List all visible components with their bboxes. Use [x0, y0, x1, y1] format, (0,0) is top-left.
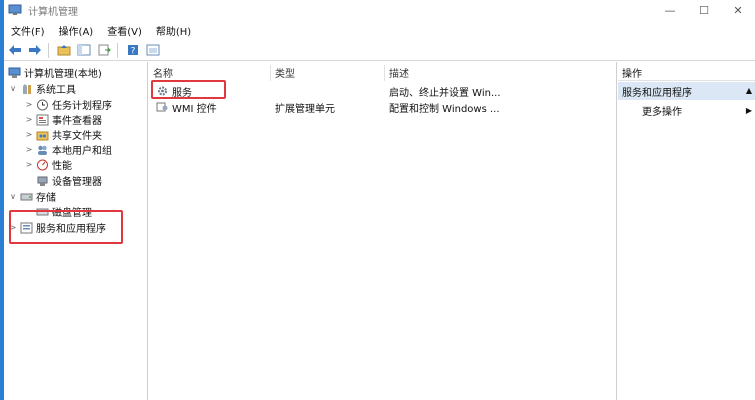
tree-item-performance[interactable]: > 性能 — [24, 157, 72, 172]
cell-type — [275, 83, 385, 99]
back-button[interactable] — [6, 42, 24, 59]
minimize-button[interactable]: — — [653, 0, 687, 20]
tree-item-label: 设备管理器 — [52, 177, 102, 188]
cell-name: WMI 控件 — [156, 99, 271, 115]
menu-view[interactable]: 查看(V) — [100, 23, 149, 38]
tree-root[interactable]: 计算机管理(本地) — [6, 65, 102, 80]
tree-item-system-tools[interactable]: ∨ 系统工具 — [8, 81, 76, 96]
tools-icon — [23, 83, 31, 94]
users-icon — [38, 145, 47, 155]
console-tree-button[interactable] — [75, 42, 93, 59]
cell-description: 启动、终止并设置 Win... — [389, 87, 501, 99]
actions-section-label: 服务和应用程序 — [622, 87, 692, 99]
maximize-button[interactable]: ☐ — [687, 0, 721, 20]
console-tree-icon — [77, 44, 91, 56]
tree-item-storage[interactable]: ∨ 存储 — [8, 189, 56, 204]
toolbar-separator — [48, 42, 49, 58]
tree-item-local-users[interactable]: > 本地用户和组 — [24, 142, 112, 157]
highlight-box-services-apps — [9, 210, 123, 244]
expand-toggle-icon[interactable]: ∨ — [8, 192, 18, 201]
computer-management-icon — [8, 4, 22, 15]
column-header-type[interactable]: 类型 — [271, 65, 385, 81]
tree-item-label: 任务计划程序 — [52, 101, 112, 112]
forward-arrow-icon — [29, 45, 41, 55]
result-list: 名称 类型 描述 服务 启动、终止并设置 Win... WMI 控件 扩展管理单… — [149, 62, 617, 400]
tree-item-event-viewer[interactable]: > 事件查看器 — [24, 112, 102, 127]
tree-item-shared-folders[interactable]: > 共享文件夹 — [24, 127, 102, 142]
menu-help[interactable]: 帮助(H) — [149, 23, 198, 38]
performance-icon — [37, 159, 48, 170]
up-folder-icon — [57, 45, 71, 56]
more-actions-label: 更多操作 — [642, 106, 682, 118]
toolbar: ? — [4, 40, 755, 61]
expand-toggle-icon[interactable]: ∨ — [8, 84, 18, 93]
actions-section-header[interactable]: 服务和应用程序 ▲ — [618, 82, 755, 100]
menu-action[interactable]: 操作(A) — [52, 23, 101, 38]
tree-item-label: 性能 — [52, 161, 72, 172]
menu-bar: 文件(F) 操作(A) 查看(V) 帮助(H) — [4, 21, 755, 40]
forward-button[interactable] — [26, 42, 44, 59]
toolbar-separator — [117, 42, 118, 58]
wmi-icon — [156, 102, 168, 112]
actions-title: 操作 — [618, 65, 755, 81]
export-list-icon — [98, 44, 111, 56]
export-list-button[interactable] — [95, 42, 113, 59]
expand-toggle-icon[interactable]: > — [24, 160, 34, 169]
help-button[interactable]: ? — [124, 42, 142, 59]
tree-root-label: 计算机管理(本地) — [24, 69, 102, 80]
shared-folder-icon — [36, 131, 49, 140]
tree-item-task-scheduler[interactable]: > 任务计划程序 — [24, 97, 112, 112]
tree-item-device-manager[interactable]: 设备管理器 — [24, 173, 102, 188]
expand-toggle-icon[interactable]: > — [24, 145, 34, 154]
expand-toggle-icon[interactable]: > — [24, 130, 34, 139]
expand-toggle-icon[interactable]: > — [24, 100, 34, 109]
clock-icon — [37, 99, 48, 110]
properties-button[interactable] — [144, 42, 162, 59]
help-icon: ? — [128, 45, 138, 57]
up-button[interactable] — [55, 42, 73, 59]
actions-pane: 操作 服务和应用程序 ▲ 更多操作 ▶ — [618, 62, 755, 400]
column-header-name[interactable]: 名称 — [149, 65, 271, 81]
close-button[interactable]: ✕ — [721, 0, 755, 20]
tree-item-label: 事件查看器 — [52, 116, 102, 127]
list-header: 名称 类型 描述 — [149, 65, 616, 81]
tree-item-label: 本地用户和组 — [52, 146, 112, 157]
more-actions-item[interactable]: 更多操作 ▶ — [618, 102, 755, 118]
collapse-caret-icon[interactable]: ▲ — [746, 86, 752, 95]
column-header-description[interactable]: 描述 — [385, 65, 617, 81]
menu-file[interactable]: 文件(F) — [4, 23, 52, 38]
tree-item-label: 系统工具 — [36, 85, 76, 96]
tree-item-label: 存储 — [36, 193, 56, 204]
svg-text:?: ? — [131, 47, 136, 57]
row-name: WMI 控件 — [172, 103, 217, 115]
title-bar[interactable]: 计算机管理 — ☐ ✕ — [4, 0, 755, 20]
device-manager-icon — [37, 176, 48, 186]
expand-toggle-icon[interactable]: > — [24, 115, 34, 124]
window-title: 计算机管理 — [28, 6, 78, 18]
tree-item-label: 共享文件夹 — [52, 131, 102, 142]
back-arrow-icon — [9, 45, 21, 55]
cell-description: 配置和控制 Windows ... — [389, 103, 500, 115]
cell-type: 扩展管理单元 — [275, 103, 335, 115]
properties-icon — [146, 44, 160, 56]
window-controls: — ☐ ✕ — [653, 0, 755, 20]
computer-management-icon — [8, 67, 21, 78]
event-viewer-icon — [36, 114, 49, 125]
table-row[interactable]: WMI 控件 扩展管理单元 配置和控制 Windows ... — [149, 99, 616, 115]
highlight-box-services — [151, 80, 226, 99]
storage-icon — [20, 193, 33, 200]
submenu-arrow-icon: ▶ — [745, 105, 752, 115]
